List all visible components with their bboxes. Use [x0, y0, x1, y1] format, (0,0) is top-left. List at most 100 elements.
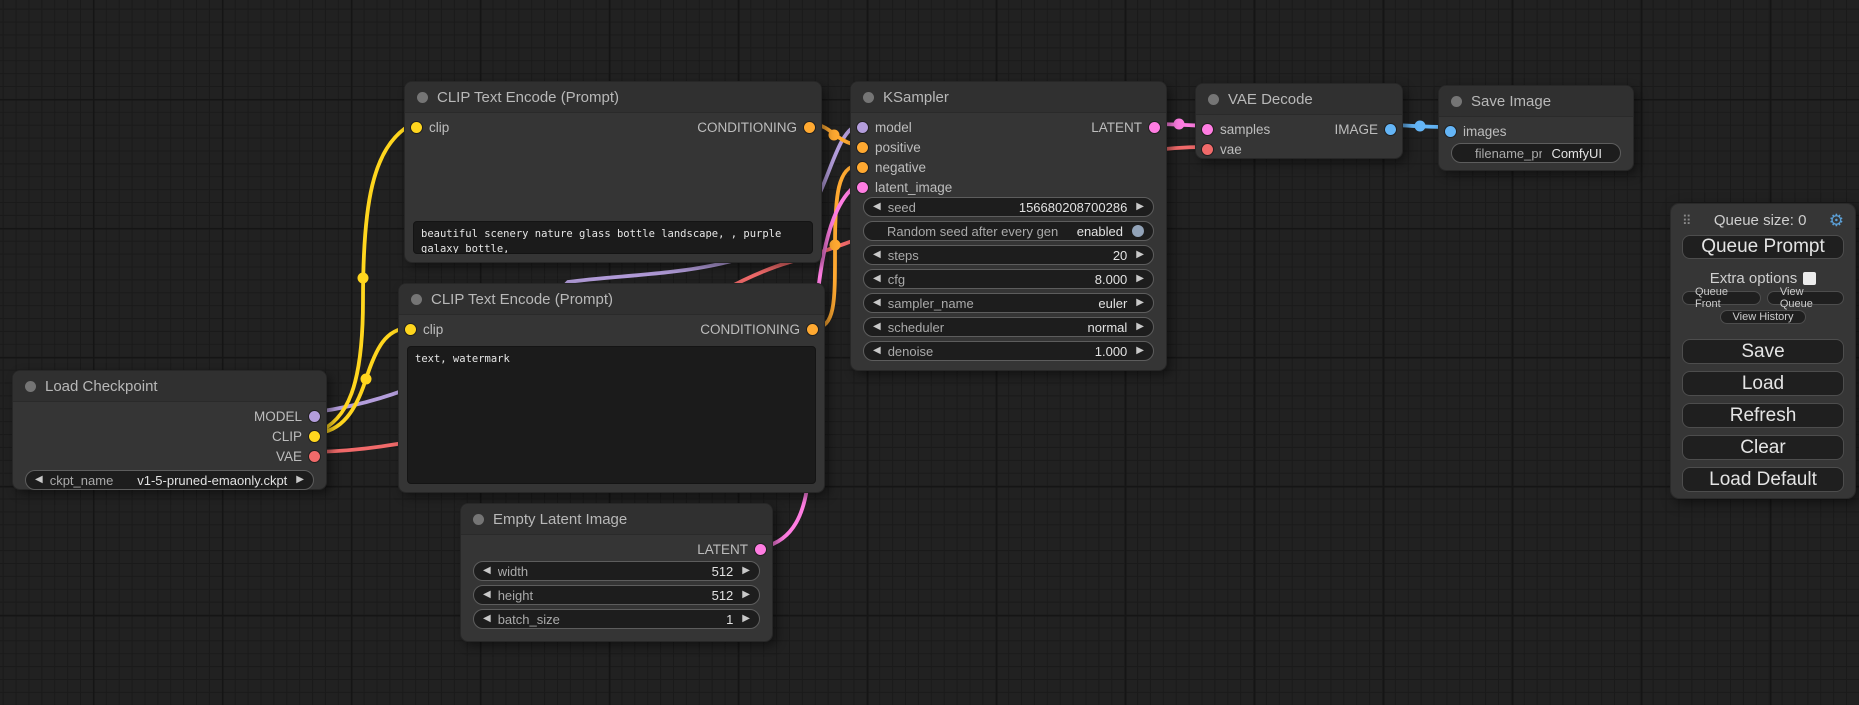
node-clip-text-encode-positive[interactable]: CLIP Text Encode (Prompt) clip CONDITION… — [404, 81, 822, 263]
left-arrow-icon[interactable]: ◀ — [873, 202, 881, 212]
node-vae-decode[interactable]: VAE Decode samples IMAGE vae — [1195, 83, 1403, 159]
clear-button[interactable]: Clear — [1682, 435, 1844, 460]
gear-icon[interactable]: ⚙ — [1829, 212, 1844, 229]
negative-input-dot[interactable] — [857, 162, 868, 173]
prompt-text-input[interactable]: text, watermark — [407, 346, 816, 484]
node-title: KSampler — [883, 89, 949, 106]
right-arrow-icon[interactable]: ▶ — [1136, 346, 1144, 356]
workflow-actions: Save Load Refresh Clear Load Default — [1682, 339, 1844, 492]
input-slot-negative: negative — [851, 157, 1166, 177]
prompt-text-input[interactable]: beautiful scenery nature glass bottle la… — [413, 221, 813, 254]
node-title-bar[interactable]: Save Image — [1439, 86, 1633, 117]
queue-size-label: Queue size: 0 — [1714, 212, 1807, 229]
node-title-bar[interactable]: Empty Latent Image — [461, 504, 772, 535]
node-load-checkpoint[interactable]: Load Checkpoint MODEL CLIP VAE ◀ ckpt_na… — [12, 370, 327, 490]
collapse-dot-icon[interactable] — [411, 294, 422, 305]
toggle-enabled-icon[interactable] — [1132, 225, 1144, 237]
input-slot-images: images — [1439, 121, 1633, 141]
collapse-dot-icon[interactable] — [417, 92, 428, 103]
latent-output-dot[interactable] — [755, 544, 766, 555]
node-clip-text-encode-negative[interactable]: CLIP Text Encode (Prompt) clip CONDITION… — [398, 283, 825, 493]
clip-input-dot[interactable] — [411, 122, 422, 133]
node-title: VAE Decode — [1228, 91, 1313, 108]
collapse-dot-icon[interactable] — [1208, 94, 1219, 105]
sampler-name-widget[interactable]: ◀ sampler_name euler ▶ — [863, 293, 1154, 313]
node-ksampler[interactable]: KSampler model LATENT positive negative … — [850, 81, 1167, 371]
node-title: Empty Latent Image — [493, 511, 627, 528]
link-dot — [1415, 121, 1426, 132]
queue-prompt-button[interactable]: Queue Prompt — [1682, 235, 1844, 259]
clip-output-dot[interactable] — [309, 431, 320, 442]
left-arrow-icon[interactable]: ◀ — [483, 614, 491, 624]
output-slot-latent: LATENT — [461, 539, 772, 559]
left-arrow-icon[interactable]: ◀ — [483, 590, 491, 600]
width-widget[interactable]: ◀ width 512 ▶ — [473, 561, 760, 581]
left-arrow-icon[interactable]: ◀ — [873, 346, 881, 356]
node-empty-latent-image[interactable]: Empty Latent Image LATENT ◀ width 512 ▶ … — [460, 503, 773, 642]
node-title-bar[interactable]: KSampler — [851, 82, 1166, 113]
link-dot — [829, 130, 840, 141]
node-title-bar[interactable]: Load Checkpoint — [13, 371, 326, 402]
node-save-image[interactable]: Save Image images filename_prefix ComfyU… — [1438, 85, 1634, 171]
positive-input-dot[interactable] — [857, 142, 868, 153]
load-button[interactable]: Load — [1682, 371, 1844, 396]
seed-widget[interactable]: ◀ seed 156680208700286 ▶ — [863, 197, 1154, 217]
vae-input-dot[interactable] — [1202, 144, 1213, 155]
queue-panel: ⠿ Queue size: 0 ⚙ Queue Prompt Extra opt… — [1670, 203, 1856, 499]
view-queue-button[interactable]: View Queue — [1767, 291, 1844, 305]
left-arrow-icon[interactable]: ◀ — [873, 274, 881, 284]
latent-output-dot[interactable] — [1149, 122, 1160, 133]
conditioning-output-dot[interactable] — [804, 122, 815, 133]
right-arrow-icon[interactable]: ▶ — [1136, 274, 1144, 284]
model-input-dot[interactable] — [857, 122, 868, 133]
collapse-dot-icon[interactable] — [473, 514, 484, 525]
height-widget[interactable]: ◀ height 512 ▶ — [473, 585, 760, 605]
denoise-widget[interactable]: ◀ denoise 1.000 ▶ — [863, 341, 1154, 361]
node-title-bar[interactable]: CLIP Text Encode (Prompt) — [405, 82, 821, 113]
right-arrow-icon[interactable]: ▶ — [742, 614, 750, 624]
batch-size-widget[interactable]: ◀ batch_size 1 ▶ — [473, 609, 760, 629]
extra-options-checkbox[interactable] — [1803, 272, 1816, 285]
queue-front-button[interactable]: Queue Front — [1682, 291, 1761, 305]
node-title-bar[interactable]: VAE Decode — [1196, 84, 1402, 115]
collapse-dot-icon[interactable] — [1451, 96, 1462, 107]
model-output-dot[interactable] — [309, 411, 320, 422]
images-input-dot[interactable] — [1445, 126, 1456, 137]
right-arrow-icon[interactable]: ▶ — [1136, 298, 1144, 308]
vae-output-dot[interactable] — [309, 451, 320, 462]
node-title-bar[interactable]: CLIP Text Encode (Prompt) — [399, 284, 824, 315]
scheduler-widget[interactable]: ◀ scheduler normal ▶ — [863, 317, 1154, 337]
samples-input-dot[interactable] — [1202, 124, 1213, 135]
left-arrow-icon[interactable]: ◀ — [35, 475, 43, 485]
random-seed-toggle-widget[interactable]: Random seed after every gen enabled — [863, 221, 1154, 241]
filename-prefix-widget[interactable]: filename_prefix ComfyUI — [1451, 143, 1621, 163]
latent-image-input-dot[interactable] — [857, 182, 868, 193]
right-arrow-icon[interactable]: ▶ — [742, 566, 750, 576]
drag-handle-icon[interactable]: ⠿ — [1682, 214, 1692, 227]
refresh-button[interactable]: Refresh — [1682, 403, 1844, 428]
left-arrow-icon[interactable]: ◀ — [873, 322, 881, 332]
left-arrow-icon[interactable]: ◀ — [873, 250, 881, 260]
right-arrow-icon[interactable]: ▶ — [1136, 202, 1144, 212]
collapse-dot-icon[interactable] — [863, 92, 874, 103]
output-slot-vae: VAE — [13, 446, 326, 466]
extra-options-label: Extra options — [1710, 270, 1798, 287]
right-arrow-icon[interactable]: ▶ — [1136, 250, 1144, 260]
view-history-button[interactable]: View History — [1720, 310, 1807, 324]
input-slot-positive: positive — [851, 137, 1166, 157]
left-arrow-icon[interactable]: ◀ — [483, 566, 491, 576]
right-arrow-icon[interactable]: ▶ — [1136, 322, 1144, 332]
cfg-widget[interactable]: ◀ cfg 8.000 ▶ — [863, 269, 1154, 289]
conditioning-output-dot[interactable] — [807, 324, 818, 335]
clip-input-dot[interactable] — [405, 324, 416, 335]
right-arrow-icon[interactable]: ▶ — [296, 475, 304, 485]
collapse-dot-icon[interactable] — [25, 381, 36, 392]
load-default-button[interactable]: Load Default — [1682, 467, 1844, 492]
image-output-dot[interactable] — [1385, 124, 1396, 135]
output-slot-clip: CLIP — [13, 426, 326, 446]
right-arrow-icon[interactable]: ▶ — [742, 590, 750, 600]
ckpt-name-widget[interactable]: ◀ ckpt_name v1-5-pruned-emaonly.ckpt ▶ — [25, 470, 314, 490]
steps-widget[interactable]: ◀ steps 20 ▶ — [863, 245, 1154, 265]
save-button[interactable]: Save — [1682, 339, 1844, 364]
left-arrow-icon[interactable]: ◀ — [873, 298, 881, 308]
